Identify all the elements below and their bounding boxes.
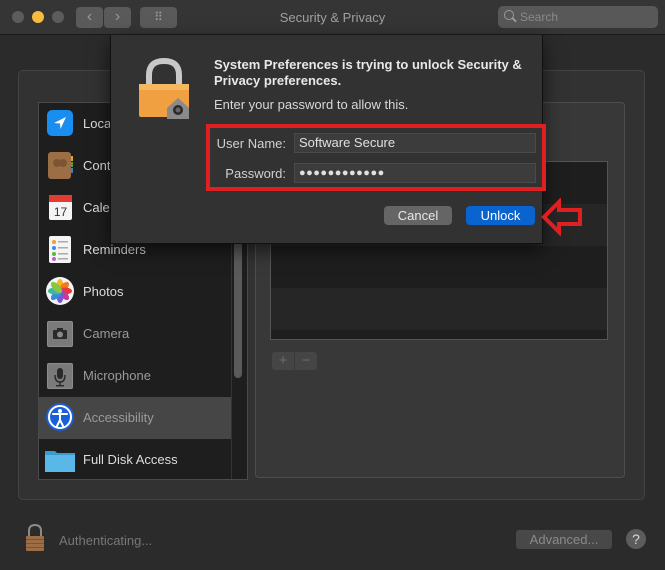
chevron-right-icon: › [114,8,121,25]
unlock-button[interactable]: Unlock [466,206,535,225]
microphone-icon [47,363,73,389]
sidebar-item-label: Cont [83,158,111,173]
show-all-button[interactable]: ⠿ [140,7,177,28]
list-row[interactable] [271,246,607,288]
calendar-icon: 17 [49,195,72,220]
sidebar-item-microphone[interactable]: Microphone [39,355,231,397]
search-input[interactable]: Search [498,6,658,28]
minimize-window-button[interactable] [32,11,44,23]
sidebar-item-label: Loca [83,116,112,131]
username-label: User Name: [216,136,286,151]
sidebar-item-full-disk-access[interactable]: Full Disk Access [39,439,231,479]
search-icon [504,10,514,20]
password-field[interactable]: ●●●●●●●●●●●● [294,163,536,183]
sidebar-scrollbar[interactable] [234,238,242,378]
svg-text:17: 17 [54,205,68,219]
accessibility-icon [46,403,74,431]
zoom-window-button[interactable] [52,11,64,23]
remove-app-button[interactable]: − [295,352,317,370]
auth-status-text: Authenticating... [59,533,153,548]
folder-icon [45,451,75,472]
contacts-book-icon [48,152,73,179]
list-row[interactable] [271,288,607,330]
sidebar-item-label: Cale [83,200,110,215]
dialog-subtitle: Enter your password to allow this. [214,97,409,112]
camera-icon [47,321,73,347]
advanced-button[interactable]: Advanced... [516,530,612,549]
sidebar-item-label: Photos [83,284,124,299]
title-bar: ‹ › ⠿ Security & Privacy Search [0,0,665,35]
sidebar-item-label: Camera [83,326,130,341]
sidebar-item-label: Reminders [83,242,146,257]
reminders-list-icon [49,236,71,263]
sidebar-item-label: Full Disk Access [83,452,178,467]
back-button[interactable]: ‹ [76,7,103,28]
photos-flower-icon [46,277,74,305]
location-arrow-icon [47,110,73,136]
sidebar-item-photos[interactable]: Photos [39,271,231,313]
password-label: Password: [225,166,286,181]
search-placeholder: Search [520,10,559,24]
sidebar-item-label: Microphone [83,368,151,383]
help-button[interactable]: ? [626,529,646,549]
username-field[interactable]: Software Secure [294,133,536,153]
close-window-button[interactable] [12,11,24,23]
annotation-arrow-icon [541,198,582,236]
add-app-button[interactable]: + [272,352,294,370]
sidebar-item-accessibility[interactable]: Accessibility [39,397,231,439]
chevron-left-icon: ‹ [86,8,93,25]
sidebar-item-camera[interactable]: Camera [39,313,231,355]
grid-icon: ⠿ [154,10,163,24]
padlock-icon [139,58,189,119]
cancel-button[interactable]: Cancel [384,206,452,225]
sidebar-item-label: Accessibility [83,410,154,425]
dialog-title: System Preferences is trying to unlock S… [214,57,522,88]
lock-icon[interactable] [24,524,46,552]
forward-button[interactable]: › [104,7,131,28]
